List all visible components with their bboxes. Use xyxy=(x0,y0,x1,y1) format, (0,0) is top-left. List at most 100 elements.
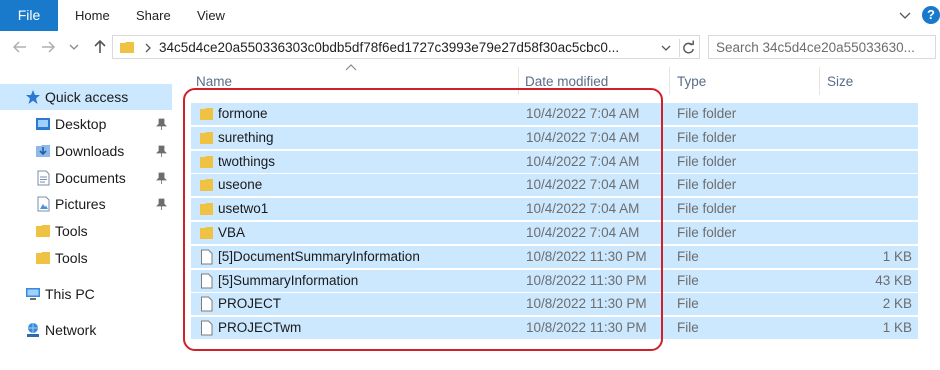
table-row[interactable]: useone 10/4/2022 7:04 AM File folder xyxy=(191,174,918,197)
file-type: File folder xyxy=(677,177,737,193)
column-header-type[interactable]: Type xyxy=(677,74,706,89)
file-type: File xyxy=(677,296,699,312)
sidebar-item-network[interactable]: Network xyxy=(0,317,172,343)
pin-icon[interactable] xyxy=(156,145,167,157)
column-header-size[interactable]: Size xyxy=(827,74,853,89)
sidebar-item-quick-access[interactable]: Quick access xyxy=(0,84,172,110)
forward-arrow-icon[interactable] xyxy=(40,39,56,55)
computer-icon xyxy=(26,288,40,300)
file-name: twothings xyxy=(218,153,276,169)
file-type: File xyxy=(677,320,699,336)
search-placeholder: Search 34c5d4ce20a55033630... xyxy=(716,40,915,55)
pin-icon[interactable] xyxy=(156,172,167,184)
sidebar-item-pictures[interactable]: Pictures xyxy=(0,191,172,217)
help-icon[interactable]: ? xyxy=(922,6,940,24)
column-header-date-modified[interactable]: Date modified xyxy=(525,74,608,89)
file-name: [5]DocumentSummaryInformation xyxy=(218,248,420,264)
table-row[interactable]: formone 10/4/2022 7:04 AM File folder xyxy=(191,103,918,125)
file-size: 1 KB xyxy=(882,248,912,264)
file-name: VBA xyxy=(218,225,246,240)
file-name: [5]SummaryInformation xyxy=(218,272,359,288)
downloads-folder-icon xyxy=(36,145,50,157)
chevron-right-icon[interactable] xyxy=(143,42,153,54)
folder-icon xyxy=(200,203,213,216)
date-modified: 10/8/2022 11:30 PM xyxy=(526,320,647,336)
column-divider[interactable] xyxy=(819,67,820,95)
sidebar-item-this-pc[interactable]: This PC xyxy=(0,281,172,307)
file-type: File xyxy=(677,248,699,264)
pin-icon[interactable] xyxy=(156,118,167,130)
refresh-icon[interactable] xyxy=(679,39,697,57)
sidebar-item-documents[interactable]: Documents xyxy=(0,165,172,191)
sidebar-item-label: Downloads xyxy=(55,143,125,159)
expand-ribbon-chevron-icon[interactable] xyxy=(898,8,912,22)
file-type: File folder xyxy=(677,153,737,169)
file-size: 43 KB xyxy=(875,272,912,288)
date-modified: 10/8/2022 11:30 PM xyxy=(526,272,647,288)
pin-icon[interactable] xyxy=(156,198,167,210)
table-row[interactable]: [5]DocumentSummaryInformation 10/8/2022 1… xyxy=(191,245,918,268)
sidebar-item-desktop[interactable]: Desktop xyxy=(0,111,172,137)
date-modified: 10/4/2022 7:04 AM xyxy=(526,225,640,240)
tab-file[interactable]: File xyxy=(0,0,58,31)
date-modified: 10/4/2022 7:04 AM xyxy=(526,106,640,121)
address-dropdown-chevron-icon[interactable] xyxy=(659,42,673,54)
file-name: PROJECT xyxy=(218,296,282,312)
up-arrow-icon[interactable] xyxy=(92,39,108,55)
folder-icon xyxy=(200,155,213,168)
column-header-name[interactable]: Name xyxy=(196,74,232,89)
folder-icon xyxy=(200,131,213,144)
folder-icon xyxy=(36,252,50,264)
sidebar-item-label: Tools xyxy=(55,250,88,266)
table-row[interactable]: VBA 10/4/2022 7:04 AM File folder xyxy=(191,222,918,244)
table-row[interactable]: [5]SummaryInformation 10/8/2022 11:30 PM F… xyxy=(191,269,918,292)
sidebar-item-downloads[interactable]: Downloads xyxy=(0,138,172,164)
sidebar-item-label: Desktop xyxy=(55,116,107,132)
column-divider[interactable] xyxy=(518,67,519,95)
table-row[interactable]: twothings 10/4/2022 7:04 AM File folder xyxy=(191,150,918,173)
file-type: File folder xyxy=(677,225,737,240)
file-name: useone xyxy=(218,177,263,193)
folder-icon xyxy=(120,42,134,53)
sort-ascending-icon xyxy=(345,64,357,71)
date-modified: 10/8/2022 11:30 PM xyxy=(526,248,647,264)
ribbon: File Home Share View ? xyxy=(0,0,940,31)
sidebar-item-label: Quick access xyxy=(45,89,129,105)
table-row[interactable]: PROJECTwm 10/8/2022 11:30 PM File 1 KB xyxy=(191,317,918,340)
file-name: formone xyxy=(218,106,268,121)
address-bar[interactable]: 34c5d4ce20a550336303c0bdb5df78f6ed1727c3… xyxy=(112,35,700,59)
date-modified: 10/4/2022 7:04 AM xyxy=(526,153,640,169)
recent-locations-chevron-icon[interactable] xyxy=(68,39,80,55)
tab-share[interactable]: Share xyxy=(136,0,171,31)
file-name: PROJECTwm xyxy=(218,320,302,336)
sidebar-item-tools[interactable]: Tools xyxy=(0,218,172,244)
table-row[interactable]: usetwo1 10/4/2022 7:04 AM File folder xyxy=(191,198,918,221)
documents-folder-icon xyxy=(37,170,50,186)
file-name: surething xyxy=(218,129,274,145)
date-modified: 10/8/2022 11:30 PM xyxy=(526,296,647,312)
sidebar-item-label: Documents xyxy=(55,170,126,186)
tab-home[interactable]: Home xyxy=(75,0,110,31)
file-type: File folder xyxy=(677,129,737,145)
sidebar-item-label: This PC xyxy=(45,286,95,302)
star-icon xyxy=(26,90,40,104)
navigation-bar: 34c5d4ce20a550336303c0bdb5df78f6ed1727c3… xyxy=(0,31,940,63)
file-icon xyxy=(201,296,213,312)
column-divider[interactable] xyxy=(669,67,670,95)
tab-view[interactable]: View xyxy=(197,0,225,31)
file-size: 1 KB xyxy=(882,320,912,336)
navigation-pane: Quick access Desktop Downloads Documents xyxy=(0,63,172,370)
file-name: usetwo1 xyxy=(218,201,269,217)
sidebar-item-tools-2[interactable]: Tools xyxy=(0,245,172,271)
search-input[interactable]: Search 34c5d4ce20a55033630... xyxy=(708,35,936,59)
file-icon xyxy=(201,249,213,265)
table-row[interactable]: surething 10/4/2022 7:04 AM File folder xyxy=(191,126,918,149)
file-type: File xyxy=(677,272,699,288)
table-row[interactable]: PROJECT 10/8/2022 11:30 PM File 2 KB xyxy=(191,293,918,316)
sidebar-item-label: Tools xyxy=(55,223,88,239)
date-modified: 10/4/2022 7:04 AM xyxy=(526,201,640,217)
back-arrow-icon[interactable] xyxy=(12,39,28,55)
folder-icon xyxy=(200,227,213,239)
file-type: File folder xyxy=(677,106,737,121)
file-icon xyxy=(201,320,213,336)
